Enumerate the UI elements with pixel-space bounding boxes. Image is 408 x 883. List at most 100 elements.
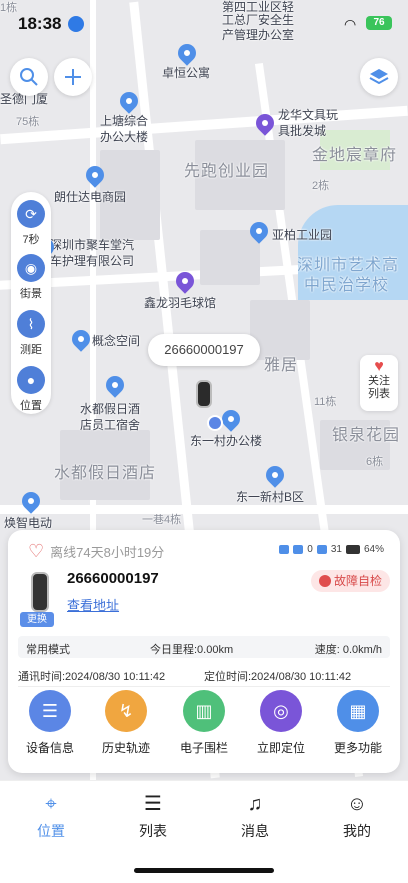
- device-id: 26660000197: [67, 570, 159, 587]
- signal-status: 0 31 64%: [279, 544, 384, 555]
- view-address-link[interactable]: 查看地址: [67, 595, 119, 614]
- device-info-icon: ☰: [29, 690, 71, 732]
- heart-outline-icon[interactable]: ♡: [28, 541, 44, 562]
- heart-icon: ♥: [374, 358, 384, 375]
- map-label: 概念空间: [92, 334, 141, 348]
- offline-text: 离线74天8小时19分: [50, 545, 165, 560]
- map-label: 办公大楼: [100, 130, 149, 144]
- search-icon: [20, 68, 38, 86]
- loc-time: 定位时间:2024/08/30 10:11:42: [204, 671, 352, 683]
- map-label: 店员工宿舍: [80, 418, 141, 432]
- more-button[interactable]: ▦ 更多功能: [326, 690, 390, 756]
- speed-text: 速度: 0.0km/h: [314, 644, 382, 656]
- action-label: 电子围栏: [179, 741, 228, 755]
- ruler-icon: ⌇: [17, 310, 45, 338]
- locate-now-icon: ◎: [260, 690, 302, 732]
- change-button[interactable]: 更换: [20, 612, 54, 627]
- plus-icon: [65, 69, 81, 85]
- map-label: 焕智电动: [4, 516, 53, 530]
- map-label: 深圳市聚车堂汽: [50, 238, 135, 252]
- tab-label: 我的: [343, 823, 371, 839]
- poi-pin-icon: [174, 40, 200, 66]
- fault-icon: [318, 575, 331, 587]
- signal-bars-icon: [316, 545, 327, 554]
- fence-icon: ▥: [183, 690, 225, 732]
- battery-icon: [345, 545, 360, 554]
- status-time: 18:38: [18, 14, 62, 33]
- tab-profile[interactable]: ☺ 我的: [327, 791, 387, 841]
- poi-pin-icon: [102, 372, 128, 398]
- mode-text: 常用模式: [26, 644, 70, 656]
- fence-button[interactable]: ▥ 电子围栏: [172, 690, 236, 756]
- satellite-icon: [293, 545, 304, 554]
- map-label: 金地宸章府: [312, 147, 398, 164]
- comm-time: 通讯时间:2024/08/30 10:11:42: [18, 671, 166, 683]
- map-label: 水都假日酒: [80, 402, 141, 416]
- mileage-text: 今日里程:0.00km: [150, 644, 234, 656]
- action-label: 更多功能: [333, 741, 382, 755]
- map-label: 先跑创业园: [184, 163, 270, 180]
- map-label: 车护理有限公司: [50, 254, 135, 268]
- history-track-button[interactable]: ↯ 历史轨迹: [94, 690, 158, 756]
- search-button[interactable]: [10, 58, 48, 96]
- tab-label: 消息: [241, 823, 269, 839]
- map-label: 水都假日酒店: [54, 465, 157, 482]
- bell-icon: ♫: [247, 793, 263, 815]
- map-label: 银泉花园: [332, 427, 401, 444]
- map-label: 具批发城: [278, 124, 327, 138]
- map-label: 龙华文具玩: [278, 108, 339, 122]
- tool-label: 测距: [20, 344, 42, 356]
- home-indicator: [134, 868, 274, 873]
- action-label: 历史轨迹: [101, 741, 150, 755]
- map-label: 11栋: [314, 396, 337, 408]
- device-info-bar: 常用模式 今日里程:0.00km 速度: 0.0km/h: [18, 636, 390, 658]
- measure-tool[interactable]: ⌇ 测距: [11, 310, 51, 357]
- map-label: 2栋: [312, 180, 330, 192]
- fault-check-button[interactable]: 故障自检: [310, 570, 390, 592]
- map-label: 上塘综合: [100, 114, 149, 128]
- layers-button[interactable]: [360, 58, 398, 96]
- tab-list[interactable]: ☰ 列表: [123, 791, 183, 841]
- status-bar: 18:38 ◠ 76: [0, 0, 408, 44]
- follow-label-2: 列表: [368, 388, 390, 401]
- street-view-icon: ◉: [17, 254, 45, 282]
- offline-status: ♡ 离线74天8小时19分: [28, 541, 164, 562]
- history-track-icon: ↯: [105, 690, 147, 732]
- tab-location[interactable]: ⌖ 位置: [21, 791, 81, 841]
- gps-count: 0: [307, 544, 313, 555]
- map-label: 雅居: [264, 357, 299, 374]
- map-label: 一巷4栋: [142, 514, 182, 526]
- map-label: 6栋: [366, 456, 384, 468]
- device-card: ♡ 离线74天8小时19分 0 31 64% 更换 26660000197 查看…: [8, 530, 400, 773]
- action-label: 设备信息: [25, 741, 74, 755]
- poi-pin-icon: [262, 462, 288, 488]
- map-label: 亚柏工业园: [272, 228, 333, 242]
- map-label: 75栋: [16, 116, 40, 128]
- map-label: 朗仕达电商园: [54, 190, 127, 204]
- tool-label: 街景: [20, 288, 42, 300]
- map-label: 东一新村B区: [236, 490, 305, 504]
- location-dot-icon: [207, 415, 223, 431]
- tab-label: 位置: [37, 823, 65, 839]
- follow-list-button[interactable]: ♥ 关注 列表: [360, 355, 398, 411]
- device-info-button[interactable]: ☰ 设备信息: [18, 690, 82, 756]
- signal-count: 31: [330, 544, 342, 555]
- locate-now-button[interactable]: ◎ 立即定位: [249, 690, 313, 756]
- location-icon: ●: [17, 366, 45, 394]
- tool-label: 7秒: [22, 234, 40, 246]
- street-view-tool[interactable]: ◉ 街景: [11, 254, 51, 301]
- map-label: 鑫龙羽毛球馆: [144, 296, 217, 310]
- car-marker-icon[interactable]: [196, 380, 212, 408]
- battery-level: 64%: [363, 544, 384, 555]
- device-bubble[interactable]: 26660000197: [148, 334, 260, 366]
- tab-messages[interactable]: ♫ 消息: [225, 791, 285, 841]
- map-label: 东一村办公楼: [190, 434, 263, 448]
- add-button[interactable]: [54, 58, 92, 96]
- more-icon: ▦: [337, 690, 379, 732]
- layers-icon: [369, 69, 389, 85]
- divider: [18, 686, 390, 687]
- map-label: 深圳市艺术高: [297, 257, 400, 274]
- location-tool[interactable]: ● 位置: [11, 366, 51, 413]
- refresh-tool[interactable]: ⟳ 7秒: [11, 200, 51, 247]
- refresh-icon: ⟳: [17, 200, 45, 228]
